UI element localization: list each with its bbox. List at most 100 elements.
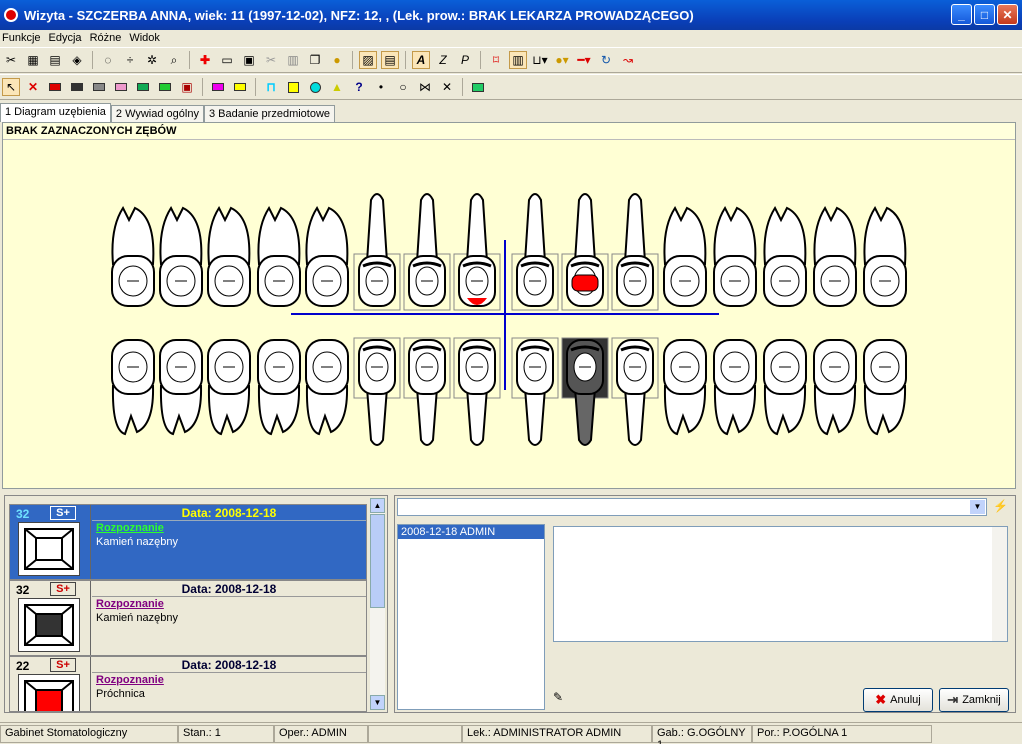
crop-icon[interactable]: ⌑ <box>487 51 505 69</box>
tooth[interactable] <box>611 193 659 311</box>
tooth[interactable] <box>257 339 301 436</box>
tooth[interactable] <box>403 337 451 446</box>
bridge-icon[interactable]: ▥ <box>509 51 527 69</box>
tooth[interactable] <box>863 339 907 436</box>
pin-dropdown-icon[interactable]: ●▾ <box>553 51 571 69</box>
delete-x-icon[interactable]: ✕ <box>24 78 42 96</box>
tooth[interactable] <box>257 205 301 307</box>
add-red-cross-icon[interactable]: ✚ <box>196 51 214 69</box>
refresh-icon[interactable]: ↻ <box>597 51 615 69</box>
tooth[interactable] <box>403 193 451 311</box>
dental-chart[interactable] <box>3 140 1015 488</box>
red-swatch-icon[interactable] <box>46 78 64 96</box>
edit-note-icon[interactable]: ✎ <box>553 690 563 704</box>
crown-icon[interactable]: ⊓ <box>262 78 280 96</box>
panel-icon[interactable]: ▤ <box>381 51 399 69</box>
cancel-button[interactable]: ✖ Anuluj <box>863 688 933 712</box>
entry-category[interactable]: Rozpoznanie <box>96 598 164 610</box>
cross-icon[interactable]: ✕ <box>438 78 456 96</box>
gray-swatch-icon[interactable] <box>90 78 108 96</box>
tooth[interactable] <box>511 193 559 311</box>
entries-scrollbar[interactable]: ▲ ▼ <box>370 498 385 710</box>
tooth[interactable] <box>763 205 807 307</box>
tooth[interactable] <box>159 205 203 307</box>
maximize-button[interactable]: □ <box>974 4 995 25</box>
close-button[interactable]: ⇥ Zamknij <box>939 688 1009 712</box>
tooth[interactable] <box>453 193 501 311</box>
tooth[interactable] <box>611 337 659 446</box>
magenta-swatch-icon[interactable] <box>209 78 227 96</box>
menu-edycja[interactable]: Edycja <box>47 32 88 44</box>
picture-icon[interactable]: ▨ <box>359 51 377 69</box>
tooth[interactable] <box>763 339 807 436</box>
tooth[interactable] <box>561 193 609 311</box>
font-p-icon[interactable]: P <box>456 51 474 69</box>
green-swatch-icon[interactable] <box>134 78 152 96</box>
tab-diagram[interactable]: 1 Diagram uzębienia <box>0 103 111 122</box>
entry-card[interactable]: 22 S+ Data: 2008-12-18 Rozpoznanie Próch… <box>9 656 367 712</box>
menu-rozne[interactable]: Różne <box>88 32 128 44</box>
open-folder-icon[interactable]: ▤ <box>46 51 64 69</box>
history-item[interactable]: 2008-12-18 ADMIN <box>398 525 544 539</box>
tooth[interactable] <box>111 205 155 307</box>
tooth[interactable] <box>713 339 757 436</box>
tools-icon[interactable]: ✂ <box>2 51 20 69</box>
tooth[interactable] <box>863 205 907 307</box>
pink-swatch-icon[interactable] <box>112 78 130 96</box>
note-icon[interactable]: ▭ <box>218 51 236 69</box>
copy-icon[interactable]: ❐ <box>306 51 324 69</box>
tooth[interactable] <box>713 205 757 307</box>
dark-swatch-icon[interactable] <box>68 78 86 96</box>
tooth[interactable] <box>663 205 707 307</box>
zoom-icon[interactable]: ⌕ <box>165 51 183 69</box>
filter-combo[interactable]: ▼ <box>397 498 987 516</box>
entry-category[interactable]: Rozpoznanie <box>96 522 164 534</box>
tooth[interactable] <box>207 339 251 436</box>
close-window-button[interactable]: ✕ <box>997 4 1018 25</box>
entry-card[interactable]: 32 S+ Data: 2008-12-18 Rozpoznanie Kamie… <box>9 504 367 580</box>
save-icon[interactable]: ▣ <box>178 78 196 96</box>
tooth[interactable] <box>813 205 857 307</box>
circle-icon[interactable]: ○ <box>394 78 412 96</box>
tooth[interactable] <box>305 205 349 307</box>
divide-icon[interactable]: ÷ <box>121 51 139 69</box>
tooth[interactable] <box>511 337 559 446</box>
notes-memo[interactable] <box>553 526 1008 642</box>
font-z-icon[interactable]: Z <box>434 51 452 69</box>
barcode-icon[interactable]: ▥ <box>284 51 302 69</box>
lime-swatch-icon[interactable] <box>156 78 174 96</box>
lightning-icon[interactable]: ⚡ <box>993 499 1008 513</box>
font-a-icon[interactable]: A <box>412 51 430 69</box>
minimize-button[interactable]: _ <box>951 4 972 25</box>
tooth[interactable] <box>353 337 401 446</box>
tag-icon[interactable]: ◈ <box>68 51 86 69</box>
tooth[interactable] <box>353 193 401 311</box>
scroll-up-icon[interactable]: ▲ <box>370 498 385 513</box>
cut-icon[interactable]: ✂ <box>262 51 280 69</box>
select-area-icon[interactable]: ◌ <box>99 51 117 69</box>
menu-widok[interactable]: Widok <box>127 32 166 44</box>
tooth[interactable] <box>159 339 203 436</box>
dot-icon[interactable]: • <box>372 78 390 96</box>
tooth[interactable] <box>561 337 609 446</box>
scroll-thumb[interactable] <box>370 514 385 608</box>
tab-wywiad[interactable]: 2 Wywiad ogólny <box>110 105 204 122</box>
tooth[interactable] <box>813 339 857 436</box>
tooth[interactable] <box>111 339 155 436</box>
entry-card[interactable]: 32 S+ Data: 2008-12-18 Rozpoznanie Kamie… <box>9 580 367 656</box>
tooth[interactable] <box>663 339 707 436</box>
tab-badanie[interactable]: 3 Badanie przedmiotowe <box>203 105 336 122</box>
memo-scrollbar[interactable] <box>992 527 1007 641</box>
gear-icon[interactable]: ✲ <box>143 51 161 69</box>
calendar-icon[interactable]: ▦ <box>24 51 42 69</box>
tooth[interactable] <box>453 337 501 446</box>
triangle-icon[interactable]: ▲ <box>328 78 346 96</box>
first-icon[interactable]: ● <box>328 51 346 69</box>
green-rect-icon[interactable] <box>469 78 487 96</box>
x-split-icon[interactable]: ⋈ <box>416 78 434 96</box>
question-icon[interactable]: ? <box>350 78 368 96</box>
chevron-down-icon[interactable]: ▼ <box>970 500 985 514</box>
entry-category[interactable]: Rozpoznanie <box>96 674 164 686</box>
yellow-square-icon[interactable] <box>284 78 302 96</box>
menu-funkcje[interactable]: Funkcje <box>0 32 47 44</box>
